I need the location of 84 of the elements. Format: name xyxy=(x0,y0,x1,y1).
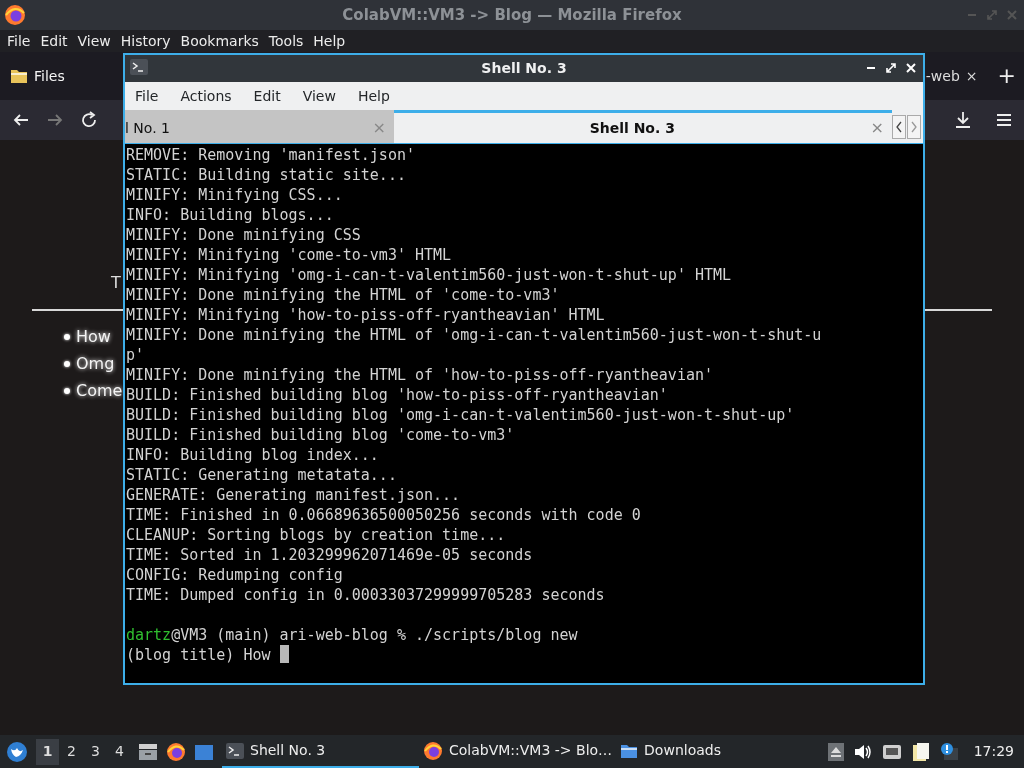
folder-icon[interactable] xyxy=(10,68,28,84)
start-menu-icon[interactable] xyxy=(6,740,28,763)
menu-icon[interactable] xyxy=(996,113,1012,127)
workspace-button[interactable]: 4 xyxy=(108,738,131,765)
list-item-link[interactable]: How xyxy=(76,324,111,349)
output-line: MINIFY: Done minifying the HTML of 'how-to-piss-off-ryantheavian' xyxy=(126,365,713,385)
eject-icon[interactable] xyxy=(827,742,844,761)
file-cabinet-icon[interactable] xyxy=(138,742,158,761)
volume-icon[interactable] xyxy=(853,743,872,760)
output-line: TIME: Sorted in 1.203299962071469e-05 seconds xyxy=(126,545,533,565)
list-item-link[interactable]: Omg xyxy=(76,351,115,376)
page-heading: T xyxy=(111,273,121,293)
clipboard-icon[interactable] xyxy=(911,741,930,762)
network-icon[interactable] xyxy=(881,743,902,760)
cursor xyxy=(279,645,289,663)
desktop-icon[interactable] xyxy=(194,742,214,761)
output-line: BUILD: Finished building blog 'how-to-piss-off-ryantheavian' xyxy=(126,385,668,405)
bullet xyxy=(64,333,70,340)
scroll-left-button[interactable] xyxy=(892,114,906,139)
menu-item[interactable]: Actions xyxy=(180,85,232,107)
output-line: MINIFY: Done minifying the HTML of 'come-to-vm3' xyxy=(126,285,560,305)
download-icon[interactable] xyxy=(954,111,972,129)
menu-item[interactable]: View xyxy=(302,85,336,107)
window-title: Shell No. 3 xyxy=(481,59,567,78)
workspace-button[interactable]: 3 xyxy=(84,738,107,765)
output-line: MINIFY: Minifying CSS... xyxy=(126,185,343,205)
output-line: CONFIG: Redumping config xyxy=(126,565,343,585)
menu-item[interactable]: File xyxy=(135,85,159,107)
menu-item[interactable]: Edit xyxy=(253,85,281,107)
output-line: MINIFY: Done minifying the HTML of 'omg-i-can-t-valentim560-just-won-t-shut-u xyxy=(126,325,822,345)
output-line: INFO: Building blogs... xyxy=(126,205,334,225)
chevron-left-icon xyxy=(895,120,903,133)
menu-item[interactable]: Tools xyxy=(268,30,304,52)
output-line: STATIC: Building static site... xyxy=(126,165,406,185)
terminal-tab[interactable]: l No. 1 × xyxy=(125,110,394,143)
bullet xyxy=(64,360,70,367)
output-line: TIME: Dumped config in 0.00033037299999705283 seconds xyxy=(126,585,605,605)
terminal-icon xyxy=(226,742,244,759)
browser-icon xyxy=(4,4,26,26)
browser-icon[interactable] xyxy=(166,741,186,762)
taskbar-button[interactable]: Shell No. 3 xyxy=(222,735,419,768)
forward-icon[interactable] xyxy=(46,112,64,128)
output-line: GENERATE: Generating manifest.json... xyxy=(126,485,461,505)
browser-tab[interactable]: Files xyxy=(0,65,65,87)
output-line: MINIFY: Minifying 'come-to-vm3' HTML xyxy=(126,245,452,265)
output-line: CLEANUP: Sorting blogs by creation time... xyxy=(126,525,506,545)
output-line: p' xyxy=(126,345,145,365)
clock: 17:29 xyxy=(973,742,1014,761)
menu-item[interactable]: Help xyxy=(313,30,346,52)
output-line: REMOVE: Removing 'manifest.json' xyxy=(126,145,415,165)
output-line: MINIFY: Minifying 'how-to-piss-off-ryantheavian' HTML xyxy=(126,305,605,325)
output-line: BUILD: Finished building blog 'omg-i-can-t-valentim560-just-won-t-shut-up' xyxy=(126,405,795,425)
output-line: TIME: Finished in 0.06689636500050256 seconds with code 0 xyxy=(126,505,641,525)
menu-item[interactable]: Bookmarks xyxy=(180,30,259,52)
menu-item[interactable]: History xyxy=(120,30,171,52)
tab-close-button[interactable]: × xyxy=(965,65,978,87)
menu-item[interactable]: Help xyxy=(357,85,390,107)
chevron-right-icon xyxy=(910,120,918,133)
list-item-link[interactable]: Come xyxy=(76,378,123,403)
menu-item[interactable]: View xyxy=(77,30,111,52)
prompt-user: dartz xyxy=(126,625,172,645)
input-line: (blog title) How xyxy=(126,645,271,665)
menu-item[interactable]: File xyxy=(7,30,31,52)
output-line: INFO: Building blog index... xyxy=(126,445,379,465)
taskbar-button[interactable]: ColabVM::VM3 -> Blo… xyxy=(419,735,617,768)
reload-icon[interactable] xyxy=(80,111,98,129)
browser-tab[interactable]: -web xyxy=(925,65,960,87)
terminal-icon xyxy=(130,59,148,75)
output-line: MINIFY: Minifying 'omg-i-can-t-valentim560-just-won-t-shut-up' HTML xyxy=(126,265,732,285)
browser-icon xyxy=(423,740,443,761)
workspace-button[interactable]: 1 xyxy=(36,738,59,765)
new-tab-button[interactable]: + xyxy=(997,65,1016,87)
output-line: STATIC: Generating metatata... xyxy=(126,465,397,485)
window-title: ColabVM::VM3 -> Blog — Mozilla Firefox xyxy=(342,4,682,26)
folder-icon xyxy=(620,742,639,759)
workspace-button[interactable]: 2 xyxy=(60,738,83,765)
command-line: @VM3 (main) ari-web-blog % ./scripts/blog new xyxy=(171,625,578,645)
notification-icon[interactable] xyxy=(939,742,958,761)
bullet xyxy=(64,387,70,394)
back-icon[interactable] xyxy=(12,112,30,128)
output-line: MINIFY: Done minifying CSS xyxy=(126,225,361,245)
taskbar-button[interactable]: Downloads xyxy=(616,735,725,768)
output-line: BUILD: Finished building blog 'come-to-vm3' xyxy=(126,425,515,445)
menu-item[interactable]: Edit xyxy=(40,30,68,52)
